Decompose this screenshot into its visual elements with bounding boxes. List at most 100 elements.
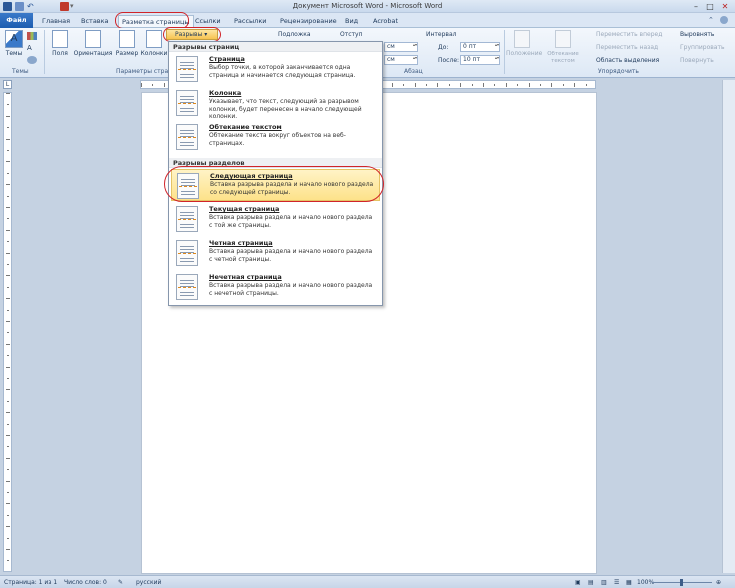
vertical-scrollbar[interactable] [722,80,735,573]
word-count[interactable]: Число слов: 0 [64,579,107,586]
status-bar: Страница: 1 из 1 Число слов: 0 ✎ русский… [0,575,735,588]
interval-label: Интервал [426,31,457,38]
zoom-slider-handle[interactable] [680,579,683,586]
group-button[interactable]: Группировать [680,44,725,51]
themes-button[interactable]: A Темы [3,30,25,57]
title-bar: ↶ ▾ Документ Microsoft Word - Microsoft … [0,0,735,13]
menu-item-text-wrapping[interactable]: Обтекание текстом Обтекание текста вокру… [171,121,380,153]
indent-left-field[interactable]: см [384,42,418,52]
ruler-tick [7,560,9,562]
ruler-tick [7,492,9,493]
breaks-button-annotation [163,27,221,42]
separator [504,30,505,74]
tab-insert[interactable]: Вставка [81,15,109,27]
wrap-text-button[interactable]: Обтекание текстом [544,30,582,64]
ruler-tick [7,127,9,129]
tab-references[interactable]: Ссылки [195,15,221,27]
separator [44,30,45,74]
tab-review[interactable]: Рецензирование [280,15,337,27]
indent-right-field[interactable]: см [384,55,418,65]
ruler-tick [448,84,450,86]
menu-item-column-break[interactable]: Колонка Указывает, что текст, следующий … [171,87,380,120]
view-print-layout-icon[interactable]: ▣ [575,579,581,586]
spacing-before-field[interactable]: 0 пт [460,42,500,52]
align-button[interactable]: Выровнять [680,31,714,38]
ruler-tick [6,229,10,231]
ruler-tick [574,83,576,87]
tab-file[interactable]: Файл [0,13,33,28]
selection-pane-button[interactable]: Область выделения [596,57,659,64]
view-outline-icon[interactable]: ☰ [614,579,619,586]
menu-item-odd-page[interactable]: Нечетная страница Вставка разрыва раздел… [171,271,380,303]
minimize-button[interactable]: – [690,1,702,12]
view-web-layout-icon[interactable]: ▥ [601,579,607,586]
ruler-tick [7,332,9,334]
watermark-button[interactable]: Подложка [278,31,311,38]
ruler-tick [437,83,439,87]
maximize-button[interactable]: □ [704,1,716,12]
size-button[interactable]: Размер [114,30,140,57]
page-count[interactable]: Страница: 1 из 1 [4,579,57,586]
ruler-tick [562,84,564,86]
close-button[interactable]: ✕ [718,1,732,12]
menu-item-even-page[interactable]: Четная страница Вставка разрыва раздела … [171,237,380,269]
themes-icon: A [5,30,23,48]
ruler-tick [6,526,10,528]
orientation-icon [85,30,101,48]
ruler-tick [7,104,9,106]
ruler-tick [391,83,393,87]
ruler-tick [6,412,10,414]
help-icon[interactable] [720,16,728,24]
tab-home[interactable]: Главная [42,15,70,27]
page-break-icon [176,56,198,82]
menu-item-continuous[interactable]: Текущая страница Вставка разрыва раздела… [171,203,380,235]
ruler-tick [6,115,10,117]
tab-acrobat[interactable]: Acrobat [373,15,398,27]
ruler-tick [6,503,10,505]
ruler-tick [7,469,9,471]
menu-item-page-break[interactable]: Страница Выбор точки, в которой заканчив… [171,53,380,85]
ribbon-collapse-icon[interactable]: ⌃ [708,16,716,24]
ruler-tick [141,83,142,87]
ruler-tick [6,549,10,550]
proofing-icon[interactable]: ✎ [118,579,123,586]
view-full-screen-icon[interactable]: ▤ [588,579,594,586]
language-indicator[interactable]: русский [136,579,161,586]
ruler-tick [6,457,10,459]
ruler-tick [414,83,416,87]
page-breaks-header: Разрывы страниц [169,42,382,52]
even-page-icon [176,240,198,266]
theme-colors-icon[interactable] [27,32,37,40]
ruler-tick [7,241,9,243]
rotate-button[interactable]: Повернуть [680,57,714,64]
tab-selector[interactable]: L [3,80,12,89]
margins-icon [52,30,68,48]
zoom-in-icon[interactable]: ⊕ [716,579,721,586]
orientation-button[interactable]: Ориентация [73,30,113,57]
spacing-after-field[interactable]: 10 пт [460,55,500,65]
ruler-tick [517,84,519,86]
tab-mailings[interactable]: Рассылки [234,15,267,27]
ruler-tick [6,343,10,345]
theme-fonts-icon[interactable]: A [27,44,37,52]
ruler-tick [471,84,473,86]
bring-forward-button[interactable]: Переместить вперед [596,31,662,38]
ruler-tick [505,83,507,87]
tab-view[interactable]: Вид [345,15,358,27]
view-draft-icon[interactable]: ▦ [626,579,632,586]
ruler-tick [7,286,9,288]
ruler-tick [6,389,10,391]
text-wrapping-icon [176,124,198,150]
theme-effects-icon[interactable] [27,56,37,64]
ruler-tick [7,264,9,265]
margins-button[interactable]: Поля [47,30,73,57]
position-button[interactable]: Положение [506,30,542,57]
ruler-tick [7,378,9,379]
ruler-tick [7,423,9,425]
odd-page-icon [176,274,198,300]
vertical-ruler[interactable] [3,92,12,572]
column-break-icon [176,90,198,116]
send-backward-button[interactable]: Переместить назад [596,44,658,51]
ruler-tick [7,150,9,151]
ruler-tick [551,83,553,87]
